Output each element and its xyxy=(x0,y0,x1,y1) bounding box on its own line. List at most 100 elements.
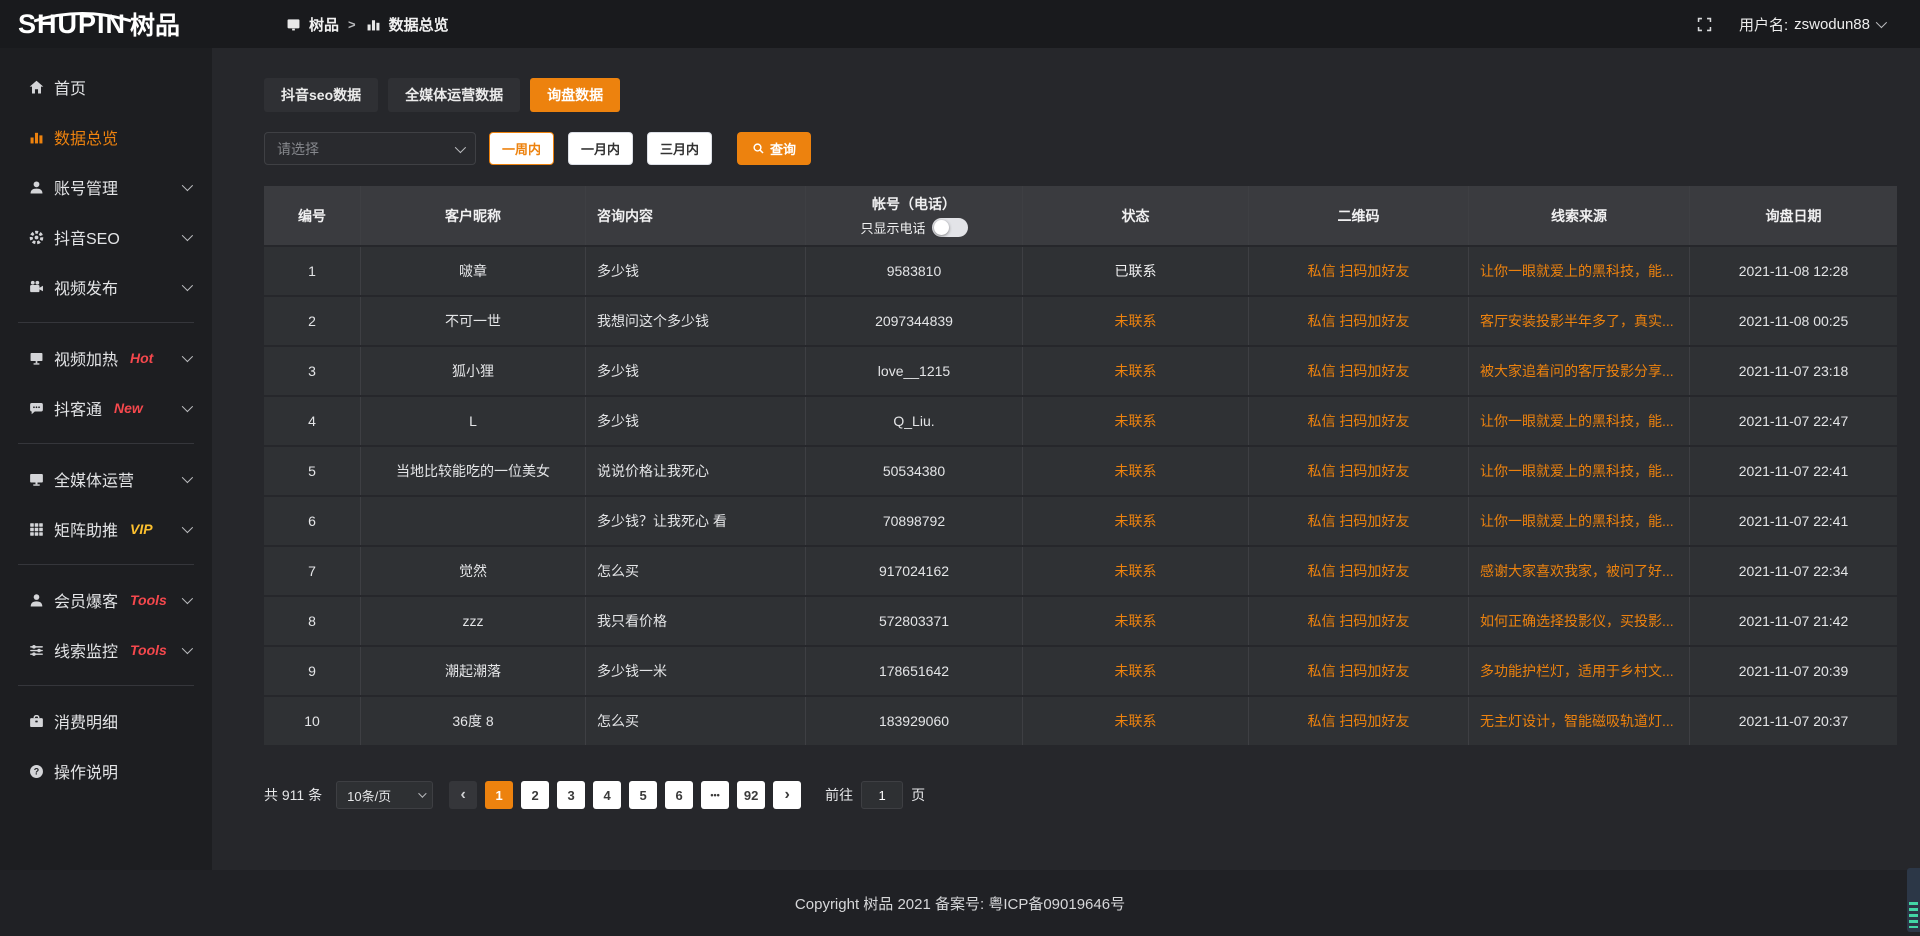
cell-source-link[interactable]: 让你一眼就爱上的黑科技，能... xyxy=(1469,447,1690,495)
cell-qrcode-link[interactable]: 私信 扫码加好友 xyxy=(1249,547,1469,595)
cell-account: 183929060 xyxy=(806,697,1023,745)
prev-page-button[interactable]: ‹ xyxy=(449,781,477,809)
cell-qrcode-link[interactable]: 私信 扫码加好友 xyxy=(1249,697,1469,745)
sidebar-item-accounts[interactable]: 账号管理 xyxy=(0,162,212,212)
cell-date: 2021-11-07 21:42 xyxy=(1690,597,1897,645)
col-date: 询盘日期 xyxy=(1690,186,1897,245)
filter-bar: 请选择 一周内一月内三月内 查询 xyxy=(264,132,1897,165)
table-row: 5 当地比较能吃的一位美女 说说价格让我死心 50534380 未联系 私信 扫… xyxy=(264,447,1897,495)
page-size-select[interactable]: 10条/页 xyxy=(336,781,433,809)
svg-text:?: ? xyxy=(34,766,39,776)
sidebar-menu: 首页 数据总览 账号管理 抖音SEO 视频发布 视频加热 Hot 抖客通 New xyxy=(0,48,212,796)
col-content: 咨询内容 xyxy=(586,186,806,245)
cell-qrcode-link[interactable]: 私信 扫码加好友 xyxy=(1249,497,1469,545)
sidebar-item-label: 视频发布 xyxy=(54,275,118,299)
query-button-label: 查询 xyxy=(770,139,796,158)
breadcrumb-root[interactable]: 树品 xyxy=(309,14,339,35)
user-menu[interactable]: 用户名: zswodun88 xyxy=(1739,14,1884,35)
page-button-3[interactable]: 3 xyxy=(557,781,585,809)
cell-source-link[interactable]: 让你一眼就爱上的黑科技，能... xyxy=(1469,497,1690,545)
cell-source-link[interactable]: 让你一眼就爱上的黑科技，能... xyxy=(1469,247,1690,295)
range-button-1[interactable]: 一月内 xyxy=(568,132,633,165)
cell-qrcode-link[interactable]: 私信 扫码加好友 xyxy=(1249,597,1469,645)
cell-source-link[interactable]: 多功能护栏灯，适用于乡村文... xyxy=(1469,647,1690,695)
tab-button-2[interactable]: 询盘数据 xyxy=(530,78,620,112)
table-row: 1 啵章 多少钱 9583810 已联系 私信 扫码加好友 让你一眼就爱上的黑科… xyxy=(264,247,1897,295)
more-pages-button[interactable]: ••• xyxy=(701,781,729,809)
floating-widget[interactable] xyxy=(1907,868,1920,932)
fullscreen-icon[interactable] xyxy=(1696,16,1713,33)
cell-status: 未联系 xyxy=(1023,447,1249,495)
cell-content: 多少钱 xyxy=(586,397,806,445)
sidebar-item-help[interactable]: ? 操作说明 xyxy=(0,746,212,796)
cell-qrcode-link[interactable]: 私信 扫码加好友 xyxy=(1249,297,1469,345)
cell-qrcode-link[interactable]: 私信 扫码加好友 xyxy=(1249,447,1469,495)
floating-widget-bars-icon xyxy=(1909,902,1918,928)
sidebar-item-douketong[interactable]: 抖客通 New xyxy=(0,383,212,433)
chevron-down-icon xyxy=(182,472,193,483)
range-button-2[interactable]: 三月内 xyxy=(647,132,712,165)
cell-qrcode-link[interactable]: 私信 扫码加好友 xyxy=(1249,647,1469,695)
cell-qrcode-link[interactable]: 私信 扫码加好友 xyxy=(1249,347,1469,395)
sidebar-item-matrix[interactable]: 矩阵助推 VIP xyxy=(0,504,212,554)
cell-date: 2021-11-07 20:37 xyxy=(1690,697,1897,745)
goto-page-input[interactable] xyxy=(861,781,903,809)
sidebar-item-label: 会员爆客 xyxy=(54,588,118,612)
page-button-1[interactable]: 1 xyxy=(485,781,513,809)
sidebar-item-publish[interactable]: 视频发布 xyxy=(0,262,212,312)
cell-nickname: zzz xyxy=(361,597,586,645)
phone-only-toggle[interactable] xyxy=(932,218,968,237)
sidebar-item-badge: New xyxy=(114,400,143,416)
help-icon: ? xyxy=(28,763,45,780)
page-button-4[interactable]: 4 xyxy=(593,781,621,809)
tab-button-1[interactable]: 全媒体运营数据 xyxy=(388,78,520,112)
sidebar-item-home[interactable]: 首页 xyxy=(0,62,212,112)
username-value: zswodun88 xyxy=(1794,16,1870,33)
sidebar-item-spending[interactable]: 消费明细 xyxy=(0,696,212,746)
cell-source-link[interactable]: 客厅安装投影半年多了，真实... xyxy=(1469,297,1690,345)
sidebar-item-douyin-seo[interactable]: 抖音SEO xyxy=(0,212,212,262)
filter-select[interactable]: 请选择 xyxy=(264,132,476,165)
cell-source-link[interactable]: 无主灯设计，智能磁吸轨道灯... xyxy=(1469,697,1690,745)
page-button-6[interactable]: 6 xyxy=(665,781,693,809)
sidebar-item-label: 消费明细 xyxy=(54,709,118,733)
col-serial: 编号 xyxy=(264,186,361,245)
cell-source-link[interactable]: 被大家追着问的客厅投影分享... xyxy=(1469,347,1690,395)
chevron-down-icon xyxy=(182,401,193,412)
col-status: 状态 xyxy=(1023,186,1249,245)
chevron-down-icon xyxy=(182,643,193,654)
breadcrumb-current: 数据总览 xyxy=(389,14,449,35)
table-header-row: 编号 客户昵称 咨询内容 帐号（电话） 只显示电话 状态 二维码 线索来源 询盘… xyxy=(264,186,1897,245)
col-account: 帐号（电话） 只显示电话 xyxy=(806,186,1023,245)
sidebar-item-monitor[interactable]: 线索监控 Tools xyxy=(0,625,212,675)
sidebar-item-media[interactable]: 全媒体运营 xyxy=(0,454,212,504)
tab-button-0[interactable]: 抖音seo数据 xyxy=(264,78,378,112)
sidebar-item-label: 操作说明 xyxy=(54,759,118,783)
sidebar-item-member[interactable]: 会员爆客 Tools xyxy=(0,575,212,625)
sidebar-item-badge: Hot xyxy=(130,350,153,366)
table-row: 9 潮起潮落 多少钱一米 178651642 未联系 私信 扫码加好友 多功能护… xyxy=(264,647,1897,695)
page-button-2[interactable]: 2 xyxy=(521,781,549,809)
goto-suffix: 页 xyxy=(911,785,925,805)
cell-source-link[interactable]: 感谢大家喜欢我家，被问了好... xyxy=(1469,547,1690,595)
chevron-down-icon xyxy=(182,351,193,362)
cell-account: 917024162 xyxy=(806,547,1023,595)
cell-source-link[interactable]: 让你一眼就爱上的黑科技，能... xyxy=(1469,397,1690,445)
cell-nickname: 觉然 xyxy=(361,547,586,595)
sidebar-item-badge: Tools xyxy=(130,642,167,658)
page-button-92[interactable]: 92 xyxy=(737,781,765,809)
page-button-5[interactable]: 5 xyxy=(629,781,657,809)
cell-serial: 8 xyxy=(264,597,361,645)
cell-account: 178651642 xyxy=(806,647,1023,695)
sidebar-item-heat[interactable]: 视频加热 Hot xyxy=(0,333,212,383)
sidebar: 首页 数据总览 账号管理 抖音SEO 视频发布 视频加热 Hot 抖客通 New xyxy=(0,48,212,936)
query-button[interactable]: 查询 xyxy=(737,132,811,165)
search-icon xyxy=(752,142,765,155)
cell-qrcode-link[interactable]: 私信 扫码加好友 xyxy=(1249,247,1469,295)
next-page-button[interactable]: › xyxy=(773,781,801,809)
cell-qrcode-link[interactable]: 私信 扫码加好友 xyxy=(1249,397,1469,445)
range-button-0[interactable]: 一周内 xyxy=(489,132,554,165)
cell-serial: 7 xyxy=(264,547,361,595)
sidebar-item-overview[interactable]: 数据总览 xyxy=(0,112,212,162)
cell-source-link[interactable]: 如何正确选择投影仪，买投影... xyxy=(1469,597,1690,645)
